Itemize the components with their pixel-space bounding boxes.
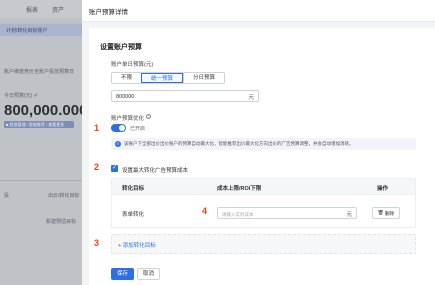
max-conversion-checkbox-label[interactable]: 设置最大转化广告预算成本 — [122, 166, 188, 174]
budget-input[interactable] — [116, 93, 236, 101]
table-header: 转化目标 成本上限/ROI下限 操作 — [112, 179, 415, 195]
background-strip: 计划/转化目标账户 — [0, 24, 82, 36]
budget-optimize-toggle[interactable] — [111, 124, 126, 132]
background-row-value: 新建预估目标 — [46, 219, 77, 225]
table-header-target: 转化目标 — [122, 186, 145, 192]
delete-row-button[interactable]: 🗑 删除 — [372, 207, 400, 219]
table-row-target: 表单转化 — [122, 212, 145, 218]
budget-mode-unlimited[interactable]: 不限 — [112, 73, 142, 83]
add-conversion-target-link[interactable]: + 添加转化目标 — [118, 241, 156, 249]
max-conversion-checkbox[interactable]: ✓ — [111, 165, 118, 172]
budget-unit: 元 — [248, 95, 254, 101]
optimize-label: 账户预算优化 — [111, 116, 145, 122]
tip-box: ! 该账户下全部出价出价账户的预算自动最大化，智能推荐出价最大化方向出价的广告预… — [111, 138, 416, 150]
drawer-header: 账户预算详情 — [82, 0, 435, 22]
tip-text: 该账户下全部出价出价账户的预算自动最大化，智能推荐出价最大化方向出价的广告预算调… — [124, 141, 354, 146]
background-tab-assets: 资产 — [52, 8, 65, 14]
budget-input-field[interactable]: 元 — [111, 90, 259, 102]
budget-mode-unified[interactable]: 统一预算 — [141, 73, 184, 83]
table-header-action: 操作 — [377, 186, 389, 192]
background-divider — [0, 180, 82, 181]
background-text-2: 今日预算(元) ✐ — [4, 93, 38, 99]
conversion-target-table: 转化目标 成本上限/ROI下限 操作 表单转化 4 元 🗑 删除 — [111, 178, 416, 228]
budget-label: 账户单日预算(元) — [111, 62, 154, 68]
annotation-marker-1: 1 — [94, 123, 100, 133]
add-target-box: + 添加转化目标 — [111, 234, 416, 254]
drawer-title: 账户预算详情 — [89, 9, 128, 16]
cost-input[interactable] — [222, 210, 332, 218]
background-chip: ■ 投放管理 / 智能推荐 / 查看更多 — [4, 121, 74, 128]
section-title: 设置账户预算 — [100, 44, 142, 51]
info-icon[interactable]: ? — [146, 114, 151, 119]
toggle-status-text: 已开启 — [130, 126, 146, 132]
background-tab-report: 报表 — [26, 8, 39, 14]
cancel-button[interactable]: 取消 — [137, 268, 160, 280]
save-button[interactable]: 保存 — [111, 268, 134, 280]
annotation-marker-2: 2 — [94, 162, 100, 172]
background-target-label: 出价/转化目标 — [48, 193, 80, 199]
background-budget-value: 800,000.000 — [4, 102, 88, 119]
toggle-knob — [119, 125, 125, 131]
cost-unit: 元 — [346, 212, 352, 218]
budget-detail-drawer: 账户预算详情 设置账户预算 账户单日预算(元) 不限 统一预算 分日预算 元 账… — [82, 0, 435, 285]
trash-icon: 🗑 — [377, 210, 384, 216]
annotation-marker-4: 4 — [202, 206, 208, 216]
budget-settings-panel: 设置账户预算 账户单日预算(元) 不限 统一预算 分日预算 元 账户预算优化 ?… — [89, 28, 435, 285]
delete-label: 删除 — [384, 211, 395, 217]
info-circle-icon: ! — [115, 141, 121, 147]
cost-input-field[interactable]: 元 — [217, 207, 357, 219]
annotation-marker-3: 3 — [94, 238, 100, 248]
background-text-1: 账户维度竞价全账户投放预算日 — [4, 69, 75, 75]
table-header-cost: 成本上限/ROI下限 — [217, 186, 262, 192]
background-left-panel — [0, 18, 82, 285]
background-left-label: 投 — [4, 193, 10, 199]
budget-mode-daily[interactable]: 分日预算 — [183, 73, 225, 83]
budget-mode-selector: 不限 统一预算 分日预算 — [111, 72, 226, 84]
